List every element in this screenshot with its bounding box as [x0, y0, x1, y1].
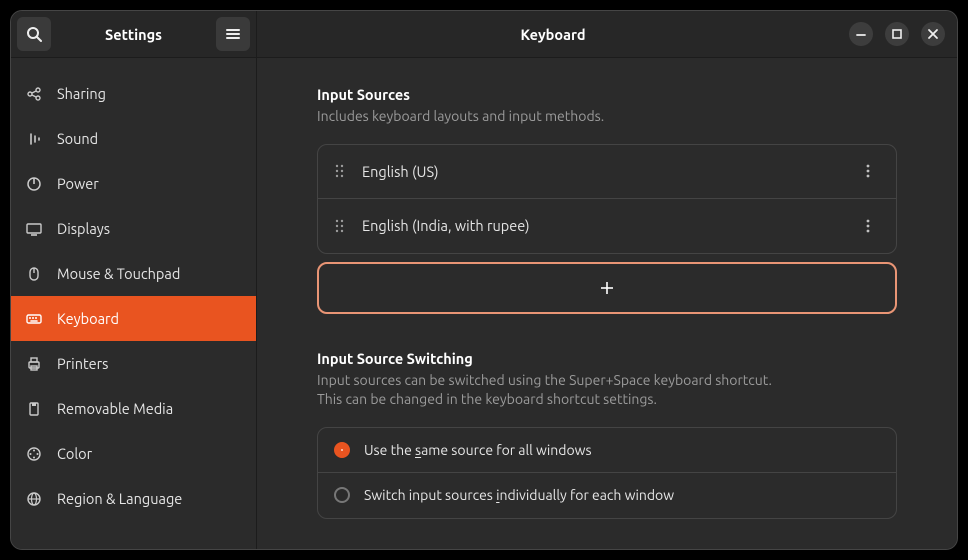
printers-icon: [25, 355, 43, 373]
header-bar: Settings Keyboard: [11, 11, 957, 58]
content[interactable]: Input Sources Includes keyboard layouts …: [257, 58, 957, 549]
color-icon: [25, 445, 43, 463]
sidebar-item-color[interactable]: Color: [11, 431, 256, 476]
sidebar-item-label: Color: [57, 445, 92, 462]
sidebar-item-keyboard[interactable]: Keyboard: [11, 296, 256, 341]
region-icon: [25, 490, 43, 508]
close-button[interactable]: [921, 22, 945, 46]
sidebar-item-label: Keyboard: [57, 310, 119, 327]
kebab-icon: [860, 163, 876, 179]
sidebar-item-label: Sharing: [57, 85, 106, 102]
sidebar-item-label: Sound: [57, 130, 98, 147]
input-source-row[interactable]: English (India, with rupee): [318, 199, 896, 253]
kebab-icon: [860, 218, 876, 234]
maximize-icon: [890, 27, 904, 41]
displays-icon: [25, 220, 43, 238]
input-sources-title: Input Sources: [317, 86, 897, 103]
settings-window: Settings Keyboard Online Accounts Sharing…: [10, 10, 958, 550]
header-left: Settings: [11, 11, 257, 57]
sidebar-item-label: Printers: [57, 355, 108, 372]
input-source-label: English (India, with rupee): [362, 217, 838, 234]
switching-desc: Input sources can be switched using the …: [317, 371, 897, 409]
sidebar-item-printers[interactable]: Printers: [11, 341, 256, 386]
input-source-label: English (US): [362, 163, 838, 180]
plus-icon: [599, 280, 615, 296]
sidebar-item-label: Displays: [57, 220, 110, 237]
sidebar-item-label: Removable Media: [57, 400, 173, 417]
mouse-icon: [25, 265, 43, 283]
sidebar-item-label: Region & Language: [57, 490, 182, 507]
removable-icon: [25, 400, 43, 418]
switching-options: Use the same source for all windows Switc…: [317, 427, 897, 519]
drag-handle-icon[interactable]: [334, 218, 344, 234]
switching-option[interactable]: Switch input sources individually for ea…: [318, 473, 896, 518]
switching-title: Input Source Switching: [317, 350, 897, 367]
maximize-button[interactable]: [885, 22, 909, 46]
search-icon: [26, 26, 42, 42]
switching-option-label: Switch input sources individually for ea…: [364, 487, 674, 503]
search-button[interactable]: [17, 17, 51, 51]
switching-option-label: Use the same source for all windows: [364, 442, 592, 458]
page-title: Keyboard: [263, 26, 843, 43]
body: Online Accounts Sharing Sound Power Displays…: [11, 58, 957, 549]
power-icon: [25, 175, 43, 193]
menu-icon: [225, 26, 241, 42]
sidebar-item-power[interactable]: Power: [11, 161, 256, 206]
sidebar[interactable]: Online Accounts Sharing Sound Power Displays…: [11, 58, 257, 549]
hamburger-menu-button[interactable]: [216, 17, 250, 51]
window-controls: [849, 22, 951, 46]
input-source-row[interactable]: English (US): [318, 145, 896, 199]
sidebar-item-sound[interactable]: Sound: [11, 116, 256, 161]
sidebar-item-mouse[interactable]: Mouse & Touchpad: [11, 251, 256, 296]
sidebar-item-label: Mouse & Touchpad: [57, 265, 180, 282]
header-right: Keyboard: [257, 11, 957, 57]
sidebar-item-region[interactable]: Region & Language: [11, 476, 256, 521]
switching-option[interactable]: Use the same source for all windows: [318, 428, 896, 473]
sidebar-item-online-accounts[interactable]: Online Accounts: [11, 58, 256, 71]
add-input-source-button[interactable]: [317, 262, 897, 314]
sound-icon: [25, 130, 43, 148]
input-source-menu-button[interactable]: [856, 159, 880, 183]
keyboard-icon: [25, 310, 43, 328]
sidebar-item-displays[interactable]: Displays: [11, 206, 256, 251]
input-source-menu-button[interactable]: [856, 214, 880, 238]
close-icon: [926, 27, 940, 41]
input-sources-list: English (US) English (India, with rupee): [317, 144, 897, 254]
sidebar-item-sharing[interactable]: Sharing: [11, 71, 256, 116]
sharing-icon: [25, 85, 43, 103]
radio-indicator[interactable]: [334, 487, 350, 503]
sidebar-item-removable[interactable]: Removable Media: [11, 386, 256, 431]
drag-handle-icon[interactable]: [334, 163, 344, 179]
sidebar-item-label: Power: [57, 175, 99, 192]
minimize-icon: [854, 27, 868, 41]
app-title: Settings: [57, 26, 210, 43]
input-sources-desc: Includes keyboard layouts and input meth…: [317, 107, 897, 126]
radio-indicator[interactable]: [334, 442, 350, 458]
minimize-button[interactable]: [849, 22, 873, 46]
